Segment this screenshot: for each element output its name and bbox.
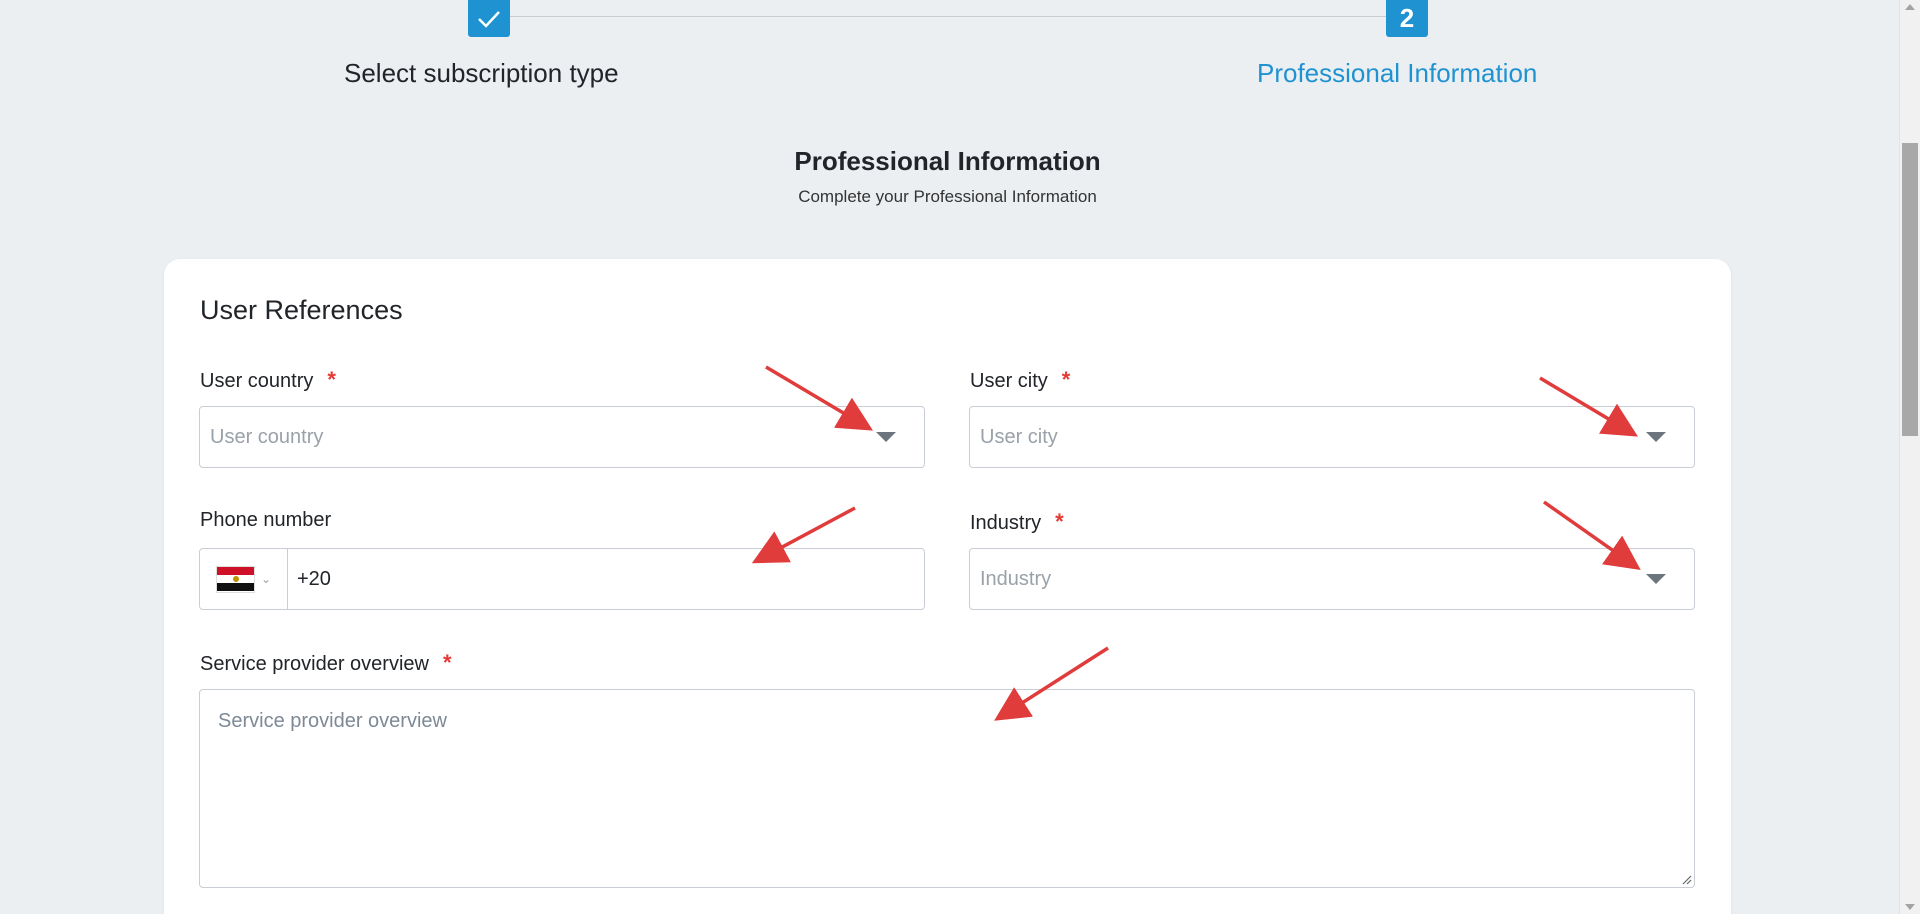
service-overview-label-text: Service provider overview	[200, 653, 429, 675]
chevron-down-icon[interactable]	[1646, 574, 1666, 584]
scroll-up-arrow-icon[interactable]	[1905, 4, 1915, 10]
user-references-card: User References User country * User count…	[164, 259, 1731, 914]
industry-placeholder: Industry	[980, 567, 1052, 590]
user-country-placeholder: User country	[210, 425, 324, 448]
chevron-down-icon[interactable]	[876, 432, 896, 442]
user-country-label-text: User country	[200, 370, 314, 392]
step-2-marker[interactable]: 2	[1386, 0, 1428, 37]
industry-label: Industry *	[970, 509, 1064, 535]
user-city-label-text: User city	[970, 370, 1048, 392]
stepper-connector	[509, 16, 1387, 17]
user-country-select[interactable]: User country	[199, 406, 925, 468]
country-code-select[interactable]: ⌄	[200, 549, 288, 609]
check-icon	[478, 10, 500, 28]
step-2-label[interactable]: Professional Information	[1257, 58, 1537, 89]
scroll-down-arrow-icon[interactable]	[1905, 904, 1915, 910]
chevron-down-icon[interactable]	[1646, 432, 1666, 442]
step-1-label[interactable]: Select subscription type	[344, 58, 619, 89]
chevron-down-icon: ⌄	[261, 572, 272, 586]
required-marker: *	[1061, 367, 1071, 392]
phone-number-field[interactable]: ⌄ +20	[199, 548, 925, 610]
required-marker: *	[1055, 509, 1064, 534]
user-city-select[interactable]: User city	[969, 406, 1695, 468]
service-overview-placeholder: Service provider overview	[218, 710, 447, 732]
vertical-scrollbar[interactable]	[1899, 0, 1920, 914]
phone-number-label: Phone number	[200, 509, 332, 531]
industry-select[interactable]: Industry	[969, 548, 1695, 610]
card-title: User References	[200, 295, 403, 325]
scrollbar-thumb[interactable]	[1902, 143, 1918, 436]
step-1-marker[interactable]	[468, 0, 510, 37]
phone-number-input[interactable]: +20	[288, 568, 331, 591]
user-country-label: User country *	[200, 367, 336, 393]
page-subtitle: Complete your Professional Information	[798, 187, 1097, 206]
resize-handle-icon[interactable]	[1680, 873, 1692, 885]
required-marker: *	[327, 367, 336, 392]
service-overview-label: Service provider overview *	[200, 650, 452, 676]
user-city-label: User city *	[970, 367, 1070, 393]
industry-label-text: Industry	[970, 512, 1042, 534]
user-city-placeholder: User city	[980, 425, 1058, 448]
egypt-flag-icon	[216, 565, 255, 593]
service-overview-textarea[interactable]: Service provider overview	[199, 689, 1695, 888]
page-title: Professional Information	[794, 146, 1101, 176]
page: Select subscription type 2 Professional …	[0, 0, 1899, 914]
required-marker: *	[442, 650, 452, 675]
